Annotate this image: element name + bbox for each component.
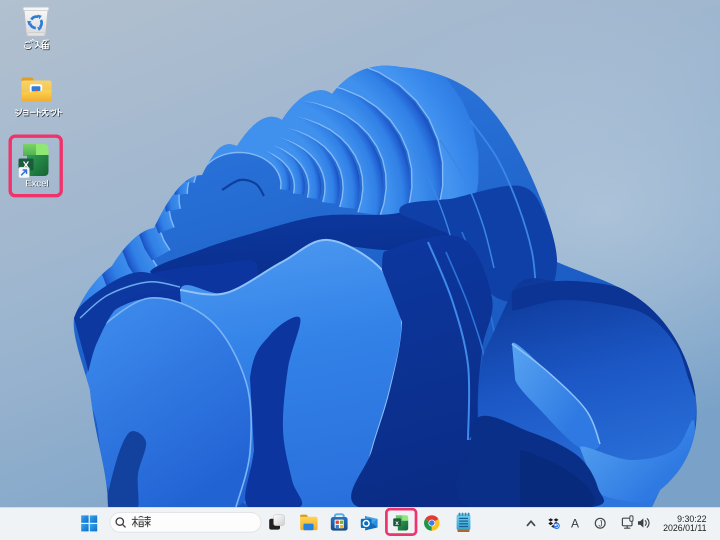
svg-text:Excel: Excel [25, 179, 48, 190]
svg-text:x: x [395, 520, 399, 527]
svg-text:A: A [571, 517, 579, 531]
svg-text:J: J [598, 518, 602, 528]
svg-text:2026/01/11: 2026/01/11 [663, 523, 706, 533]
